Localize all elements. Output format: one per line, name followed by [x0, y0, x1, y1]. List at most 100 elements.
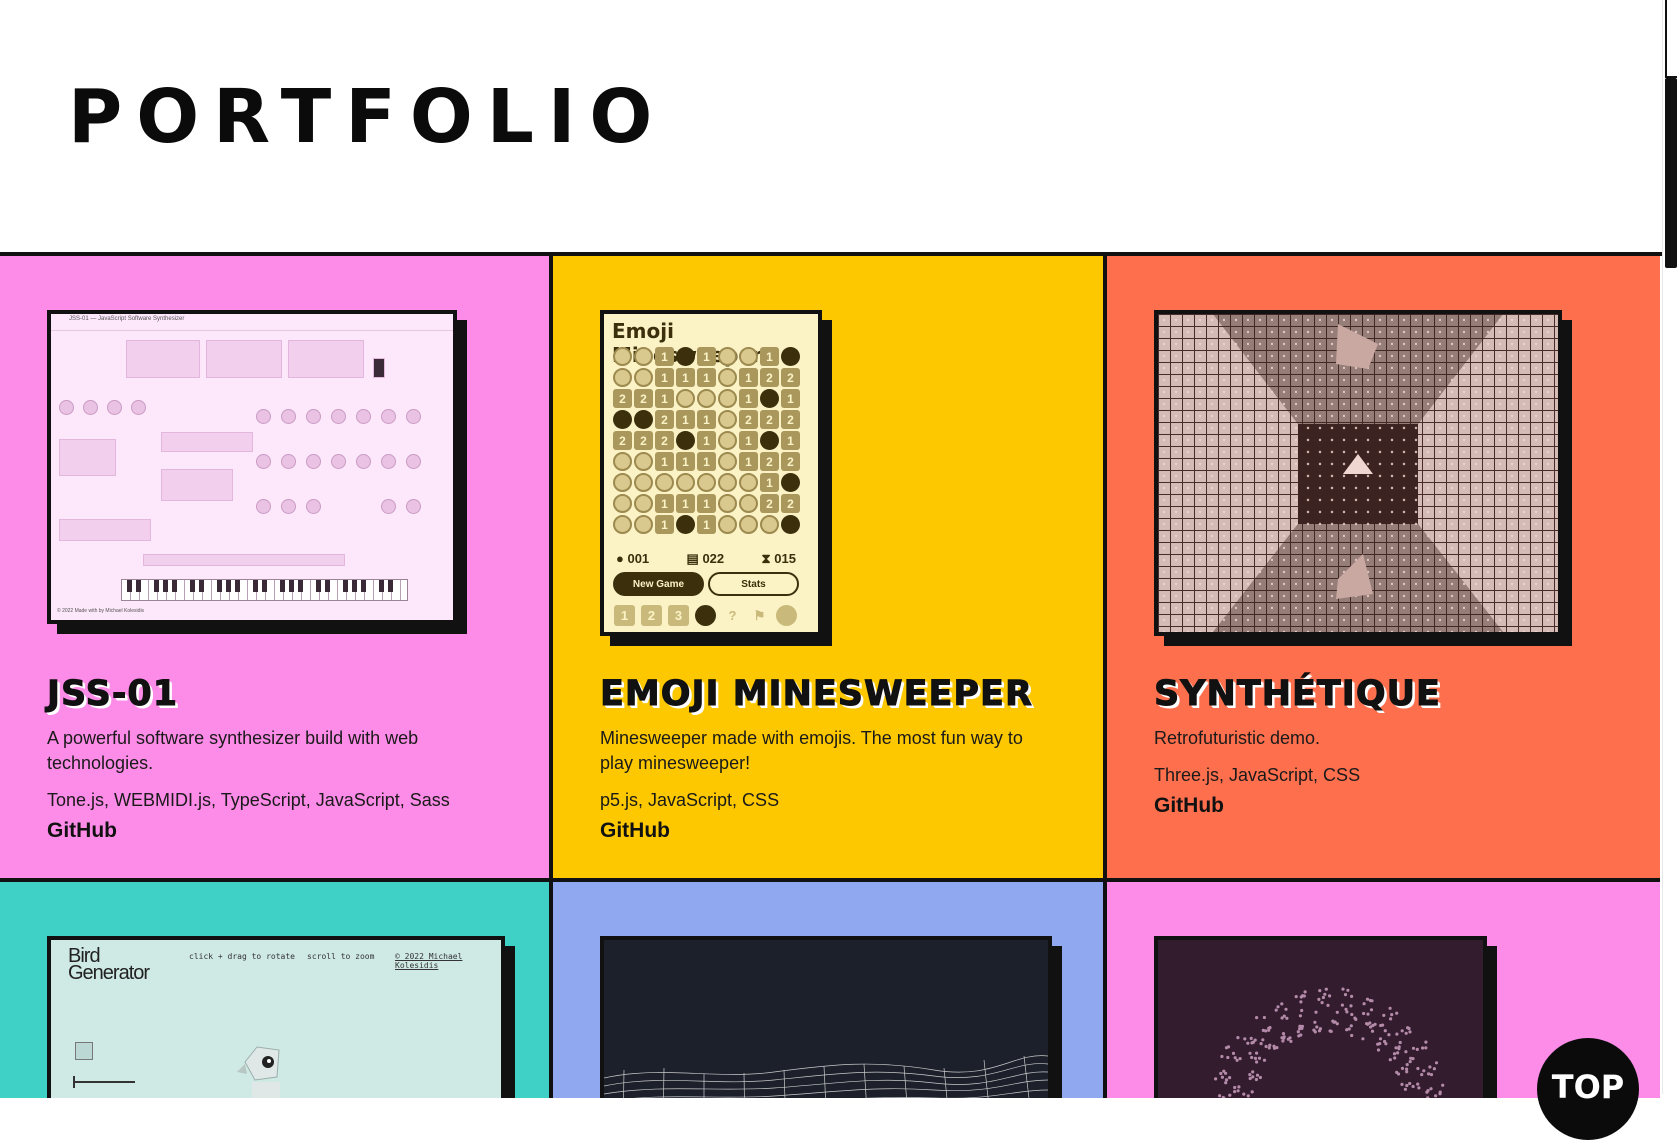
particle — [1228, 1076, 1232, 1080]
particle — [1335, 1022, 1339, 1026]
project-screenshot[interactable]: JSS-01 — JavaScript Software Synthesizer — [47, 310, 457, 624]
number-tile: 1 — [697, 431, 716, 450]
project-screenshot[interactable]: Bird Generator click + drag to rotate sc… — [47, 936, 505, 1098]
particle — [1396, 1072, 1401, 1076]
slider-icon — [73, 1081, 135, 1083]
synth-footer: © 2022 Made with by Michael Kolesidis — [57, 608, 145, 614]
particle — [1349, 1024, 1353, 1028]
particle — [1238, 1057, 1242, 1061]
particle — [1235, 1058, 1239, 1062]
checkbox-icon — [75, 1042, 93, 1060]
project-card-emoji-minesweeper: Emoji Minesweeper 1111111222211121122222… — [553, 256, 1107, 882]
particle — [1398, 1040, 1402, 1045]
particle — [1226, 1045, 1231, 1049]
particle — [1404, 1031, 1408, 1035]
number-tile: 1 — [655, 494, 674, 513]
smiley-tile-icon — [634, 515, 653, 534]
particle — [1219, 1071, 1223, 1076]
particle — [1224, 1081, 1228, 1085]
number-tile: 1 — [781, 431, 800, 450]
particle — [1388, 1058, 1392, 1062]
particle — [1350, 1012, 1354, 1017]
project-screenshot[interactable] — [1154, 936, 1487, 1098]
particle — [1318, 989, 1322, 993]
project-description: Minesweeper made with emojis. The most f… — [600, 728, 1023, 773]
particle — [1259, 1042, 1263, 1046]
smiley-tile-icon — [634, 494, 653, 513]
back-to-top-button[interactable]: TOP — [1537, 1038, 1639, 1140]
particle — [1389, 1017, 1393, 1021]
particle — [1424, 1040, 1428, 1044]
particle — [1361, 1037, 1365, 1041]
knob-icon — [406, 454, 421, 469]
number-tile: 1 — [676, 368, 695, 387]
number-tile: 1 — [655, 389, 674, 408]
project-screenshot[interactable] — [1154, 310, 1562, 636]
particle — [1220, 1054, 1224, 1059]
number-tile: 2 — [760, 410, 779, 429]
knob-icon — [381, 499, 396, 514]
knob-icon — [131, 400, 146, 415]
number-tile: 1 — [739, 431, 758, 450]
particle — [1404, 1050, 1408, 1054]
particle — [1251, 1070, 1255, 1074]
particle — [1315, 1025, 1319, 1029]
particle — [1248, 1051, 1252, 1055]
particle — [1370, 999, 1374, 1003]
particle — [1233, 1090, 1237, 1094]
particle — [1257, 1056, 1262, 1060]
smiley-tile-icon — [718, 452, 737, 471]
particle — [1376, 1048, 1381, 1052]
bomb-tile-icon — [676, 431, 695, 450]
smiley-tile-icon — [718, 410, 737, 429]
particle — [1429, 1087, 1433, 1091]
scrollbar-track-top — [1665, 0, 1677, 78]
scrollbar-thumb[interactable] — [1665, 78, 1677, 268]
number-tile: 1 — [760, 473, 779, 492]
particle — [1382, 1013, 1386, 1017]
particle — [1220, 1075, 1224, 1079]
particle — [1254, 1077, 1258, 1082]
midi-panel — [126, 340, 200, 378]
particle — [1346, 988, 1350, 992]
flag-count: ● 001 — [616, 551, 650, 566]
particle — [1276, 1005, 1280, 1009]
smiley-tile-icon — [718, 515, 737, 534]
knob-icon — [406, 409, 421, 424]
particle — [1370, 1029, 1375, 1033]
project-screenshot[interactable] — [600, 936, 1052, 1098]
project-card-bird-generator: Bird Generator click + drag to rotate sc… — [0, 882, 553, 1098]
smiley-tile-icon — [739, 515, 758, 534]
particle — [1411, 1084, 1415, 1089]
knob-icon — [356, 454, 371, 469]
bomb-tile-icon — [760, 389, 779, 408]
project-card-jss01: JSS-01 — JavaScript Software Synthesizer — [0, 256, 553, 882]
particle — [1340, 1003, 1344, 1007]
github-link[interactable]: GitHub — [600, 819, 670, 843]
bird-model-icon — [237, 1046, 280, 1098]
particle — [1408, 1081, 1412, 1086]
project-tech: p5.js, JavaScript, CSS — [600, 790, 780, 810]
particle — [1347, 1027, 1351, 1031]
bomb-tile-icon — [760, 431, 779, 450]
stats-button: Stats — [708, 572, 799, 596]
portamento-panel — [59, 519, 151, 541]
particle — [1264, 1029, 1268, 1033]
number-tile: 2 — [760, 494, 779, 513]
particle — [1341, 987, 1345, 991]
page-scrollbar[interactable] — [1662, 0, 1679, 1094]
particle — [1255, 1016, 1259, 1020]
particle — [1282, 1035, 1286, 1039]
particle — [1432, 1067, 1436, 1071]
new-game-button: New Game — [613, 572, 704, 596]
number-tile: 2 — [613, 431, 632, 450]
github-link[interactable]: GitHub — [47, 819, 117, 843]
zoom-hint: scroll to zoom — [307, 952, 375, 961]
particle — [1288, 1036, 1292, 1040]
knob-icon — [281, 409, 296, 424]
project-screenshot[interactable]: Emoji Minesweeper 1111111222211121122222… — [600, 310, 822, 636]
number-tile: 2 — [655, 410, 674, 429]
github-link[interactable]: GitHub — [1154, 794, 1224, 818]
flag-icon: ⚑ — [753, 607, 766, 623]
number-tile: 1 — [676, 410, 695, 429]
